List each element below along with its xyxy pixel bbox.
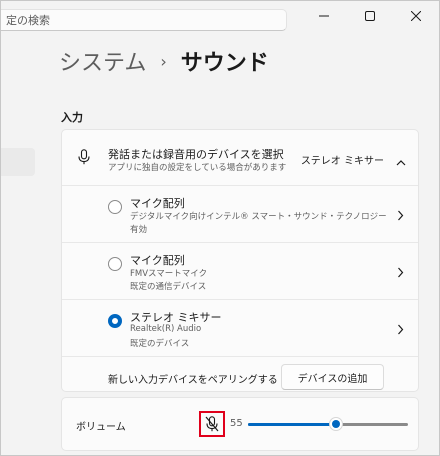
microphone-icon <box>78 149 90 169</box>
breadcrumb-separator: › <box>160 51 167 71</box>
input-card: 発話または録音用のデバイスを選択 アプリに独自の設定をしている場合があります ス… <box>61 129 419 392</box>
minimize-icon <box>319 15 329 17</box>
input-device-selector[interactable]: 発話または録音用のデバイスを選択 アプリに独自の設定をしている場合があります ス… <box>62 130 418 185</box>
device-status: 既定の通信デバイス <box>130 282 207 292</box>
device-description: FMVスマートマイク <box>130 269 208 279</box>
device-row-stereo-mixer[interactable]: ステレオ ミキサー Realtek(R) Audio 既定のデバイス <box>62 300 418 356</box>
input-section-label: 入力 <box>61 111 83 124</box>
device-name: マイク配列 <box>130 254 185 267</box>
input-selector-subtitle: アプリに独自の設定をしている場合があります <box>108 163 287 173</box>
mute-button[interactable] <box>199 411 225 437</box>
close-icon <box>411 11 421 21</box>
volume-slider-thumb[interactable] <box>329 417 343 431</box>
volume-slider-fill <box>248 423 336 426</box>
pair-device-label: 新しい入力デバイスをペアリングする <box>108 375 278 386</box>
search-placeholder: 定の検索 <box>6 14 50 27</box>
chevron-up-icon[interactable] <box>396 152 406 171</box>
input-selector-title: 発話または録音用のデバイスを選択 <box>108 148 284 161</box>
device-status: 有効 <box>130 225 148 235</box>
breadcrumb-parent[interactable]: システム <box>59 45 146 77</box>
device-radio[interactable] <box>108 200 122 214</box>
page-title: サウンド <box>180 51 269 76</box>
microphone-muted-icon <box>205 416 219 432</box>
volume-slider[interactable] <box>248 417 408 431</box>
pair-device-row: 新しい入力デバイスをペアリングする デバイスの追加 <box>62 357 418 399</box>
device-status: 既定のデバイス <box>130 339 190 349</box>
chevron-right-icon[interactable] <box>397 320 404 339</box>
chevron-right-icon[interactable] <box>397 263 404 282</box>
settings-window: 定の検索 システム › サウンド 入力 発話または録音用のデバイスを選択 アプリ… <box>0 0 440 456</box>
volume-label: ボリューム <box>76 422 126 433</box>
device-radio[interactable] <box>108 257 122 271</box>
minimize-button[interactable] <box>301 1 347 31</box>
search-input[interactable]: 定の検索 <box>1 9 287 31</box>
device-name: マイク配列 <box>130 197 185 210</box>
slider-thumb-dot <box>332 420 340 428</box>
device-description: デジタルマイク向けインテル® スマート・サウンド・テクノロジー <box>130 212 387 222</box>
device-row-mic-array-1[interactable]: マイク配列 デジタルマイク向けインテル® スマート・サウンド・テクノロジー 有効 <box>62 186 418 242</box>
sidebar-selected-item[interactable] <box>1 148 35 176</box>
input-selected-device: ステレオ ミキサー <box>300 156 384 167</box>
device-description: Realtek(R) Audio <box>130 324 202 334</box>
close-button[interactable] <box>393 1 439 31</box>
device-radio-selected[interactable] <box>108 314 122 328</box>
maximize-button[interactable] <box>347 1 393 31</box>
volume-value: 55 <box>230 418 243 429</box>
maximize-icon <box>365 11 375 21</box>
add-device-button[interactable]: デバイスの追加 <box>281 364 384 390</box>
volume-card: ボリューム 55 <box>61 397 419 451</box>
chevron-right-icon[interactable] <box>397 206 404 225</box>
breadcrumb: システム › サウンド <box>59 45 269 77</box>
window-controls <box>301 1 439 31</box>
device-row-mic-array-2[interactable]: マイク配列 FMVスマートマイク 既定の通信デバイス <box>62 243 418 299</box>
device-name: ステレオ ミキサー <box>130 311 222 324</box>
